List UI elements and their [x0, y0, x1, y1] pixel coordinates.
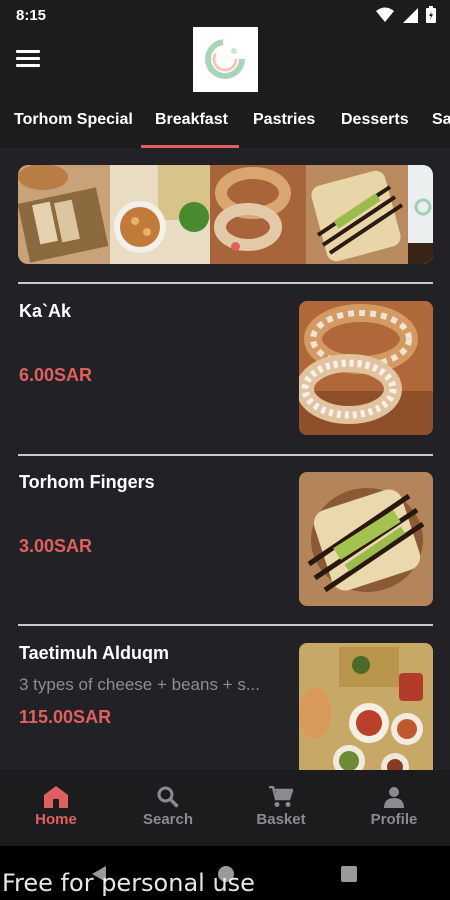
item-name: Torhom Fingers — [19, 472, 155, 492]
bottom-nav: Home Search Basket Profile — [0, 770, 450, 846]
watermark-text: Free for personal use — [2, 869, 255, 897]
item-image — [299, 472, 433, 606]
tab-pastries[interactable]: Pastries — [253, 111, 315, 129]
menu-item[interactable]: Ka`Ak 6.00SAR — [18, 301, 433, 437]
divider — [18, 624, 433, 626]
status-bar: 8:15 — [0, 0, 450, 30]
menu-button[interactable] — [16, 50, 40, 70]
battery-icon — [426, 6, 436, 23]
menu-content: Ka`Ak 6.00SAR Torhom Fingers 3.00SAR Tae… — [0, 148, 450, 770]
logo-mark — [205, 39, 245, 79]
search-icon — [157, 786, 179, 808]
carousel-indicator-dot — [231, 242, 240, 251]
item-price: 3.00SAR — [19, 536, 93, 556]
divider — [18, 282, 433, 284]
recents-icon[interactable] — [340, 865, 358, 883]
person-icon — [384, 787, 404, 808]
nav-home[interactable]: Home — [0, 770, 112, 846]
divider — [18, 454, 433, 456]
menu-item[interactable]: Taetimuh Alduqm 3 types of cheese + bean… — [18, 643, 433, 770]
hamburger-line — [16, 50, 40, 53]
banner-image — [18, 165, 433, 264]
nav-profile-label: Profile — [370, 811, 418, 828]
nav-basket[interactable]: Basket — [225, 770, 337, 846]
category-tabs: Torhom Special Breakfast Pastries Desser… — [0, 96, 450, 148]
home-icon — [44, 786, 68, 808]
hamburger-line — [16, 64, 40, 67]
tab-desserts[interactable]: Desserts — [341, 111, 409, 129]
nav-home-label: Home — [35, 811, 77, 828]
nav-search[interactable]: Search — [112, 770, 224, 846]
app-header — [0, 27, 450, 96]
item-price: 6.00SAR — [19, 365, 93, 385]
status-icons — [376, 6, 436, 23]
item-image — [299, 301, 433, 435]
tab-breakfast[interactable]: Breakfast — [155, 111, 228, 129]
item-image — [299, 643, 433, 770]
item-description: 3 types of cheese + beans + s... — [19, 675, 260, 694]
tab-more[interactable]: Sa — [432, 111, 450, 129]
item-price: 115.00SAR — [19, 707, 112, 727]
nav-profile[interactable]: Profile — [338, 770, 450, 846]
status-time: 8:15 — [16, 7, 47, 24]
nav-basket-label: Basket — [256, 811, 306, 828]
item-name: Taetimuh Alduqm — [19, 643, 169, 663]
promo-banner[interactable] — [18, 165, 433, 264]
menu-item[interactable]: Torhom Fingers 3.00SAR — [18, 472, 433, 608]
tab-torhom-special[interactable]: Torhom Special — [14, 111, 133, 129]
cart-icon — [269, 786, 293, 807]
item-name: Ka`Ak — [19, 301, 72, 321]
signal-icon — [403, 7, 418, 23]
nav-search-label: Search — [142, 811, 194, 828]
wifi-icon — [376, 7, 394, 22]
app-logo — [193, 27, 258, 92]
hamburger-line — [16, 57, 40, 60]
